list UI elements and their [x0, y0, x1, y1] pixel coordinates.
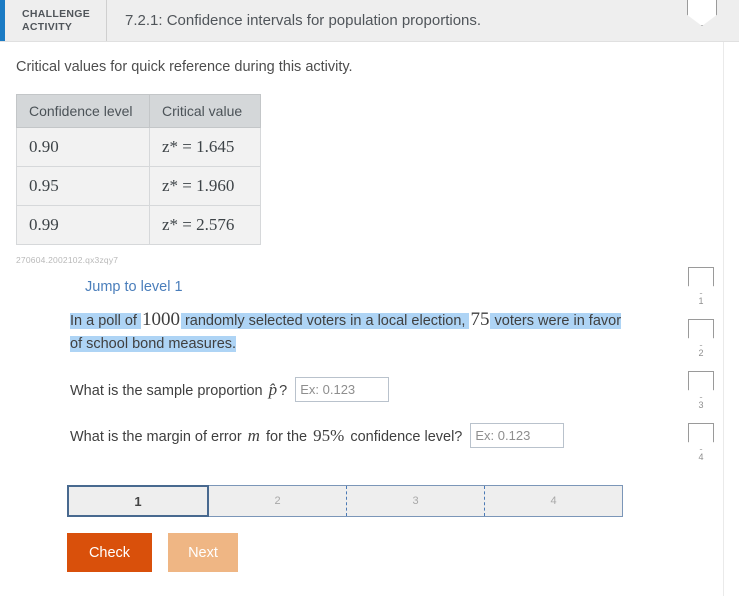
progress-step-2[interactable]: 2	[209, 486, 346, 516]
problem-statement: In a poll of 1000 randomly selected vote…	[70, 308, 630, 356]
bookmark-shield-icon	[688, 319, 714, 346]
rail-bookmark-number: 1	[698, 296, 704, 306]
problem-text-part1: In a poll of	[70, 313, 141, 329]
check-button[interactable]: Check	[67, 533, 152, 572]
cell-critical-value: z* = 1.960	[149, 166, 261, 206]
table-header-row: Confidence level Critical value	[16, 94, 261, 128]
header-divider	[106, 0, 107, 41]
bookmark-shield-icon	[688, 423, 714, 450]
rail-bookmark-2[interactable]: 2	[687, 319, 715, 358]
right-rail: 1 2 3 4	[687, 267, 715, 475]
sample-proportion-input[interactable]	[295, 377, 390, 402]
column-header-confidence-level: Confidence level	[16, 94, 150, 128]
table-row: 0.90 z* = 1.645	[16, 127, 261, 167]
challenge-activity-header: CHALLENGE ACTIVITY 7.2.1: Confidence int…	[0, 0, 739, 42]
challenge-activity-badge: CHALLENGE ACTIVITY	[22, 8, 100, 34]
rail-bookmark-number: 3	[698, 400, 704, 410]
activity-title: 7.2.1: Confidence intervals for populati…	[125, 12, 482, 29]
badge-line-2: ACTIVITY	[22, 20, 73, 33]
header-accent-bar	[0, 0, 5, 41]
activity-content: Critical values for quick reference duri…	[0, 59, 739, 572]
problem-successes: 75	[469, 309, 491, 330]
level-progress-bar: 1 2 3 4	[67, 485, 623, 517]
cell-confidence-level: 0.90	[16, 127, 150, 167]
rail-bookmark-4[interactable]: 4	[687, 423, 715, 462]
bookmark-shield-icon	[688, 267, 714, 294]
table-row: 0.99 z* = 2.576	[16, 205, 261, 245]
question-2-confidence: 95%	[313, 425, 345, 445]
action-buttons: Check Next	[67, 533, 739, 572]
question-block: In a poll of 1000 randomly selected vote…	[70, 308, 630, 448]
problem-text-part2: randomly selected voters in a local elec…	[180, 313, 470, 329]
cell-critical-value: z* = 1.645	[149, 127, 261, 167]
badge-line-1: CHALLENGE	[22, 7, 91, 20]
margin-of-error-input[interactable]	[470, 423, 565, 448]
rail-bookmark-number: 2	[698, 348, 704, 358]
column-header-critical-value: Critical value	[149, 94, 261, 128]
cell-confidence-level: 0.95	[16, 166, 150, 206]
cell-confidence-level: 0.99	[16, 205, 150, 245]
cell-critical-value: z* = 2.576	[149, 205, 261, 245]
next-button[interactable]: Next	[168, 533, 238, 572]
progress-step-1[interactable]: 1	[67, 485, 209, 517]
intro-text: Critical values for quick reference duri…	[16, 59, 353, 75]
question-2-text-after: confidence level?	[346, 428, 463, 445]
bookmark-shield-icon[interactable]	[687, 0, 717, 26]
rail-bookmark-1[interactable]: 1	[687, 267, 715, 306]
question-2-label: What is the margin of error m for the 95…	[70, 426, 462, 446]
question-1-text-after: ?	[279, 382, 288, 399]
bookmark-shield-icon	[688, 371, 714, 398]
jump-to-level-link[interactable]: Jump to level 1	[85, 279, 183, 295]
shield-glyph	[687, 0, 717, 26]
question-2-row: What is the margin of error m for the 95…	[70, 423, 630, 448]
progress-step-4[interactable]: 4	[484, 486, 622, 516]
rail-bookmark-3[interactable]: 3	[687, 371, 715, 410]
question-1-text-before: What is the sample proportion	[70, 382, 267, 399]
question-2-text-mid: for the	[261, 428, 312, 445]
problem-sample-size: 1000	[140, 309, 181, 330]
reference-id: 270604.2002102.qx3zqy7	[16, 255, 119, 265]
question-2-symbol: m	[247, 425, 260, 445]
critical-values-table: Confidence level Critical value 0.90 z* …	[16, 94, 261, 245]
question-1-label: What is the sample proportion p̂?	[70, 380, 287, 400]
question-2-text-before: What is the margin of error	[70, 428, 246, 445]
rail-bookmark-number: 4	[698, 452, 704, 462]
right-rail-divider	[723, 42, 724, 596]
progress-step-3[interactable]: 3	[346, 486, 484, 516]
question-1-symbol: p̂	[268, 379, 278, 399]
question-1-row: What is the sample proportion p̂?	[70, 377, 630, 402]
table-row: 0.95 z* = 1.960	[16, 166, 261, 206]
